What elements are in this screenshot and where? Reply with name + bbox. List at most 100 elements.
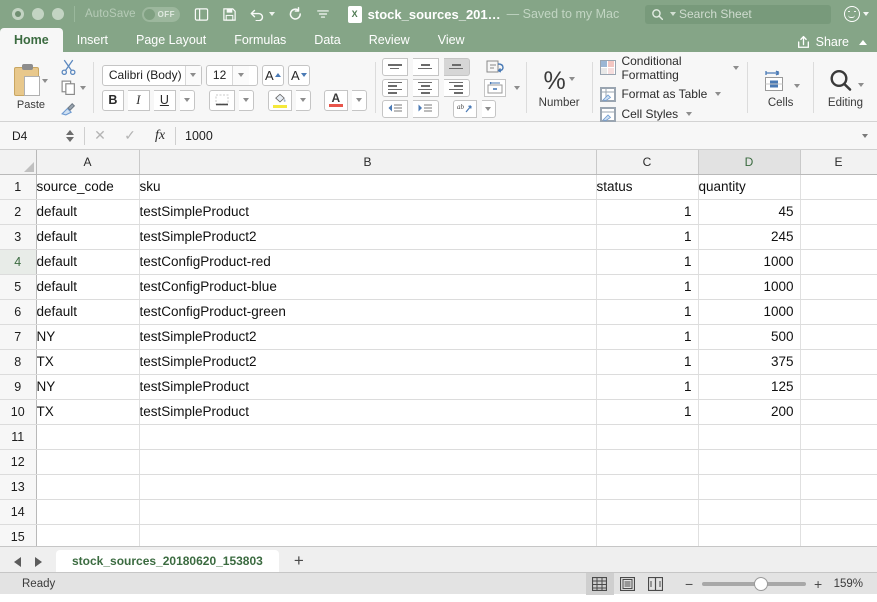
tab-view[interactable]: View xyxy=(424,28,479,52)
zoom-slider[interactable] xyxy=(701,576,806,591)
row-header[interactable]: 9 xyxy=(0,374,37,400)
column-header-d[interactable]: D xyxy=(698,150,801,175)
undo-dropdown-icon[interactable] xyxy=(268,12,275,16)
conditional-formatting-dropdown-icon[interactable] xyxy=(733,65,740,70)
zoom-out-button[interactable]: − xyxy=(684,576,695,592)
cell-d2[interactable]: 45 xyxy=(698,199,801,225)
table-row[interactable]: 8 TX testSimpleProduct2 1 375 xyxy=(0,349,877,375)
table-row[interactable]: 5 default testConfigProduct-blue 1 1000 xyxy=(0,274,877,300)
cell-d13[interactable] xyxy=(698,474,801,500)
editing-group[interactable]: Editing xyxy=(814,54,877,121)
expand-formula-bar-button[interactable] xyxy=(853,133,877,138)
cell-b2[interactable]: testSimpleProduct xyxy=(139,199,597,225)
cell-a12[interactable] xyxy=(36,449,140,475)
cell-c14[interactable] xyxy=(596,499,699,525)
cell-b7[interactable]: testSimpleProduct2 xyxy=(139,324,597,350)
cell-d3[interactable]: 245 xyxy=(698,224,801,250)
autosave-toggle[interactable]: AutoSave OFF xyxy=(85,6,180,22)
cells-dropdown-icon[interactable] xyxy=(794,83,801,88)
align-top-button[interactable] xyxy=(381,57,408,76)
align-center-button[interactable] xyxy=(412,78,439,97)
cell-b3[interactable]: testSimpleProduct2 xyxy=(139,224,597,250)
font-size-dropdown-icon[interactable] xyxy=(238,73,245,77)
customize-toolbar-icon[interactable] xyxy=(316,7,330,21)
format-painter-button[interactable] xyxy=(60,100,86,118)
tab-insert[interactable]: Insert xyxy=(63,28,122,52)
column-header-c[interactable]: C xyxy=(596,150,699,175)
font-name-dropdown-icon[interactable] xyxy=(190,73,197,77)
cell-d5[interactable]: 1000 xyxy=(698,274,801,300)
cell-e5[interactable] xyxy=(800,274,877,300)
font-name-select[interactable]: Calibri (Body) xyxy=(101,64,202,86)
select-all-button[interactable] xyxy=(0,150,37,175)
table-row[interactable]: 9 NY testSimpleProduct 1 125 xyxy=(0,374,877,400)
share-button[interactable]: Share xyxy=(796,35,877,52)
row-header[interactable]: 6 xyxy=(0,299,37,325)
number-group[interactable]: % Number xyxy=(527,54,592,121)
row-header[interactable]: 8 xyxy=(0,349,37,375)
page-layout-view-button[interactable] xyxy=(614,573,642,595)
normal-view-button[interactable] xyxy=(585,572,614,595)
cell-a15[interactable] xyxy=(36,524,140,546)
undo-icon[interactable] xyxy=(250,7,275,21)
table-row[interactable]: 15 xyxy=(0,524,877,546)
cell-e9[interactable] xyxy=(800,374,877,400)
cell-b1[interactable]: sku xyxy=(139,174,597,200)
account-menu[interactable] xyxy=(833,6,869,22)
column-header-a[interactable]: A xyxy=(36,150,140,175)
underline-button[interactable]: U xyxy=(153,89,176,111)
bold-button[interactable]: B xyxy=(101,89,124,111)
row-header[interactable]: 10 xyxy=(0,399,37,425)
cell-c8[interactable]: 1 xyxy=(596,349,699,375)
cell-a4[interactable]: default xyxy=(36,249,140,275)
cell-c12[interactable] xyxy=(596,449,699,475)
zoom-slider-handle[interactable] xyxy=(753,576,768,591)
font-color-dropdown-button[interactable] xyxy=(351,89,367,111)
table-row[interactable]: 6 default testConfigProduct-green 1 1000 xyxy=(0,299,877,325)
cell-a9[interactable]: NY xyxy=(36,374,140,400)
previous-sheet-icon[interactable] xyxy=(14,557,21,567)
table-row[interactable]: 1 source_code sku status quantity xyxy=(0,174,877,200)
cell-a1[interactable]: source_code xyxy=(36,174,140,200)
tab-page-layout[interactable]: Page Layout xyxy=(122,28,220,52)
align-bottom-button[interactable] xyxy=(443,57,470,76)
row-header[interactable]: 2 xyxy=(0,199,37,225)
table-row[interactable]: 12 xyxy=(0,449,877,475)
tab-review[interactable]: Review xyxy=(355,28,424,52)
cell-c1[interactable]: status xyxy=(596,174,699,200)
conditional-formatting-button[interactable]: Conditional Formatting xyxy=(600,54,740,82)
row-header[interactable]: 3 xyxy=(0,224,37,250)
cell-a3[interactable]: default xyxy=(36,224,140,250)
add-sheet-button[interactable]: + xyxy=(279,550,319,572)
paste-dropdown-icon[interactable] xyxy=(42,78,48,83)
cell-e13[interactable] xyxy=(800,474,877,500)
row-header[interactable]: 13 xyxy=(0,474,37,500)
name-box[interactable]: D4 xyxy=(0,122,84,149)
sheet-tab[interactable]: stock_sources_20180620_153803 xyxy=(56,550,279,572)
table-row[interactable]: 3 default testSimpleProduct2 1 245 xyxy=(0,224,877,250)
decrease-font-size-button[interactable]: A xyxy=(287,64,310,86)
cell-d14[interactable] xyxy=(698,499,801,525)
fill-color-button[interactable] xyxy=(267,89,292,111)
cell-e1[interactable] xyxy=(800,174,877,200)
insert-function-button[interactable]: fx xyxy=(145,128,175,144)
row-header[interactable]: 11 xyxy=(0,424,37,450)
cell-d10[interactable]: 200 xyxy=(698,399,801,425)
autosave-switch[interactable]: OFF xyxy=(141,6,180,22)
cell-e12[interactable] xyxy=(800,449,877,475)
decrease-indent-button[interactable] xyxy=(381,99,408,118)
document-title[interactable]: stock_sources_201… xyxy=(368,7,501,22)
cell-a8[interactable]: TX xyxy=(36,349,140,375)
collapse-ribbon-icon[interactable] xyxy=(859,39,867,45)
row-header[interactable]: 4 xyxy=(0,249,37,275)
tab-home[interactable]: Home xyxy=(0,28,63,52)
cell-c6[interactable]: 1 xyxy=(596,299,699,325)
cell-d12[interactable] xyxy=(698,449,801,475)
table-row[interactable]: 10 TX testSimpleProduct 1 200 xyxy=(0,399,877,425)
row-header[interactable]: 1 xyxy=(0,174,37,200)
cell-c4[interactable]: 1 xyxy=(596,249,699,275)
paste-button[interactable]: Paste xyxy=(7,63,55,111)
cell-c9[interactable]: 1 xyxy=(596,374,699,400)
increase-font-size-button[interactable]: A xyxy=(261,64,284,86)
cell-d1[interactable]: quantity xyxy=(698,174,801,200)
